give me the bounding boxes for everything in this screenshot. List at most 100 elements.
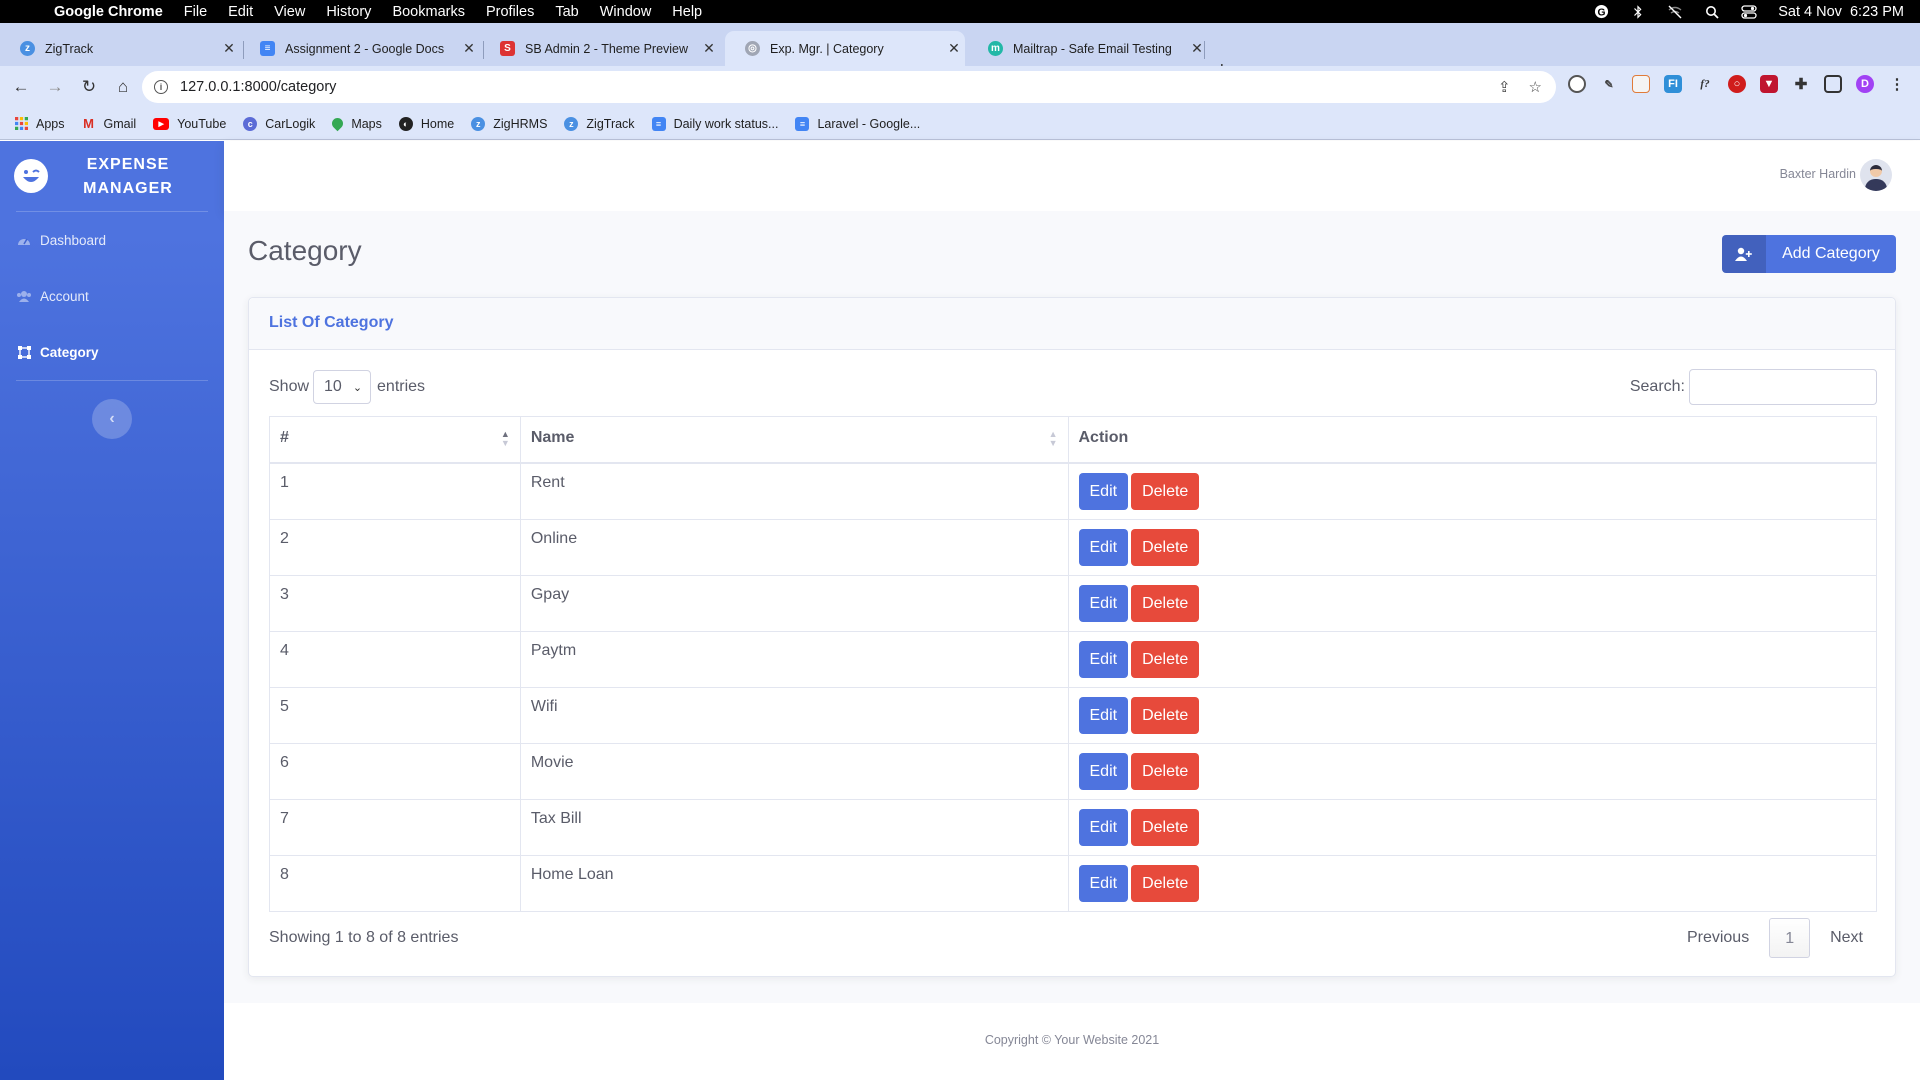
bookmark-maps[interactable]: Maps	[330, 115, 382, 132]
menu-view[interactable]: View	[274, 4, 305, 20]
menu-app-name[interactable]: Google Chrome	[54, 4, 163, 20]
row-actions: Edit Delete	[1067, 854, 1877, 912]
menu-edit[interactable]: Edit	[228, 4, 253, 20]
bookmark-apps[interactable]: Apps	[14, 117, 65, 131]
grammarly-icon[interactable]: G	[1593, 4, 1609, 19]
entries-length-select[interactable]: 10 ⌄	[313, 370, 372, 404]
menu-help[interactable]: Help	[672, 4, 702, 20]
forward-arrow-icon[interactable]: →	[42, 74, 68, 100]
bookmark-home[interactable]: ◐ Home	[398, 116, 454, 131]
site-info-icon[interactable]: i	[154, 80, 168, 94]
menu-clock[interactable]: Sat 4 Nov 6:23 PM	[1778, 4, 1904, 20]
back-arrow-icon[interactable]: ←	[8, 74, 34, 100]
user-name[interactable]: Baxter Hardin	[1780, 167, 1856, 181]
side-panel-icon[interactable]	[1824, 75, 1842, 93]
tab-sb-admin[interactable]: S SB Admin 2 - Theme Preview ✕	[480, 31, 720, 66]
tab-mailtrap[interactable]: m Mailtrap - Safe Email Testing ✕	[968, 31, 1208, 66]
sidebar-brand[interactable]: Expense Manager	[0, 141, 224, 211]
delete-button[interactable]: Delete	[1131, 528, 1200, 566]
current-page-button[interactable]: 1	[1769, 918, 1811, 958]
delete-button[interactable]: Delete	[1131, 864, 1200, 902]
bookmark-laravel-google[interactable]: ≡ Laravel - Google...	[795, 116, 920, 131]
reload-icon[interactable]: ↻	[76, 74, 102, 100]
edit-button[interactable]: Edit	[1078, 584, 1129, 622]
home-icon[interactable]: ⌂	[110, 74, 136, 100]
tab-exp-mgr-category[interactable]: ◎ Exp. Mgr. | Category ✕	[725, 31, 965, 66]
calendar-extension-icon[interactable]	[1632, 75, 1650, 93]
previous-page-button[interactable]: Previous	[1673, 918, 1763, 958]
menu-bookmarks[interactable]: Bookmarks	[392, 4, 465, 20]
wifi-off-icon[interactable]	[1667, 5, 1683, 19]
apps-grid-icon	[14, 117, 28, 131]
next-page-button[interactable]: Next	[1816, 918, 1877, 958]
sidebar-item-account[interactable]: Account	[16, 284, 216, 308]
tab-assignment-docs[interactable]: ≡ Assignment 2 - Google Docs ✕	[240, 31, 480, 66]
menu-window[interactable]: Window	[600, 4, 652, 20]
tab-zigtrack[interactable]: z ZigTrack ✕	[0, 31, 240, 66]
tab-label: Mailtrap - Safe Email Testing	[1013, 41, 1172, 56]
sidebar-toggle-button[interactable]: ‹	[92, 399, 132, 439]
profile-avatar-icon[interactable]: D	[1856, 75, 1874, 93]
bookmark-label: ZigTrack	[586, 116, 635, 131]
column-header-number[interactable]: # ▲ ▼	[269, 416, 521, 464]
puzzle-extensions-icon[interactable]: ✚	[1792, 75, 1810, 93]
column-header-label: Action	[1078, 429, 1129, 446]
laugh-wink-icon	[14, 159, 48, 193]
sidebar-item-dashboard[interactable]: Dashboard	[16, 228, 216, 252]
bookmark-youtube[interactable]: ▶ YouTube	[153, 117, 226, 131]
bookmark-daily-work-status[interactable]: ≡ Daily work status...	[651, 116, 778, 131]
search-input[interactable]	[1689, 369, 1877, 405]
search-wrap: Search:	[1630, 369, 1877, 405]
menu-file[interactable]: File	[184, 4, 207, 20]
sidebar-item-label: Category	[40, 344, 99, 360]
fi-extension-icon[interactable]: FI	[1664, 75, 1682, 93]
formula-extension-icon[interactable]: f?	[1696, 75, 1714, 93]
delete-button[interactable]: Delete	[1131, 640, 1200, 678]
more-menu-icon[interactable]: ⋮	[1888, 75, 1906, 93]
row-name: Paytm	[519, 630, 1069, 688]
edit-button[interactable]: Edit	[1078, 640, 1129, 678]
startbootstrap-icon: S	[500, 41, 515, 56]
menu-history[interactable]: History	[326, 4, 371, 20]
delete-button[interactable]: Delete	[1131, 696, 1200, 734]
bookmark-star-icon[interactable]: ☆	[1529, 78, 1542, 96]
spotlight-search-icon[interactable]	[1704, 5, 1720, 19]
bookmark-carlogik[interactable]: c CarLogik	[243, 116, 315, 131]
sidebar-item-category[interactable]: Category	[16, 340, 216, 364]
edit-button[interactable]: Edit	[1078, 752, 1129, 790]
bookmark-zigtrack[interactable]: z ZigTrack	[564, 116, 635, 131]
adblock-icon[interactable]: ○	[1728, 75, 1746, 93]
close-tab-icon[interactable]: ✕	[698, 40, 720, 57]
control-center-icon[interactable]	[1741, 4, 1757, 19]
avatar-head	[1870, 165, 1882, 177]
table-row: 2 Online Edit Delete	[269, 518, 1877, 576]
svg-text:G: G	[1597, 7, 1605, 18]
edit-button[interactable]: Edit	[1078, 528, 1129, 566]
row-actions: Edit Delete	[1067, 686, 1877, 744]
close-tab-icon[interactable]: ✕	[943, 40, 965, 57]
edit-button[interactable]: Edit	[1078, 472, 1129, 510]
bookmark-gmail[interactable]: M Gmail	[82, 116, 136, 131]
delete-button[interactable]: Delete	[1131, 752, 1200, 790]
shield-extension-icon[interactable]: ▼	[1760, 75, 1778, 93]
delete-button[interactable]: Delete	[1131, 808, 1200, 846]
user-avatar[interactable]	[1860, 159, 1892, 191]
close-tab-icon[interactable]: ✕	[218, 40, 240, 57]
column-header-name[interactable]: Name ▲ ▼	[519, 416, 1069, 464]
menu-profiles[interactable]: Profiles	[486, 4, 534, 20]
menu-tab[interactable]: Tab	[555, 4, 578, 20]
add-category-button[interactable]: Add Category	[1722, 235, 1896, 273]
bookmark-zighrms[interactable]: z ZigHRMS	[471, 116, 547, 131]
edit-button[interactable]: Edit	[1078, 696, 1129, 734]
edit-button[interactable]: Edit	[1078, 864, 1129, 902]
delete-button[interactable]: Delete	[1131, 584, 1200, 622]
extension-circle-icon[interactable]	[1568, 75, 1586, 93]
delete-button[interactable]: Delete	[1131, 472, 1200, 510]
address-bar[interactable]: i 127.0.0.1:8000/category ⇪ ☆	[142, 71, 1556, 103]
url-text[interactable]: 127.0.0.1:8000/category	[180, 79, 336, 95]
share-icon[interactable]: ⇪	[1498, 78, 1511, 96]
eyedropper-icon[interactable]: ✎	[1600, 75, 1618, 93]
edit-button[interactable]: Edit	[1078, 808, 1129, 846]
bluetooth-icon[interactable]	[1630, 4, 1646, 19]
close-tab-icon[interactable]: ✕	[458, 40, 480, 57]
